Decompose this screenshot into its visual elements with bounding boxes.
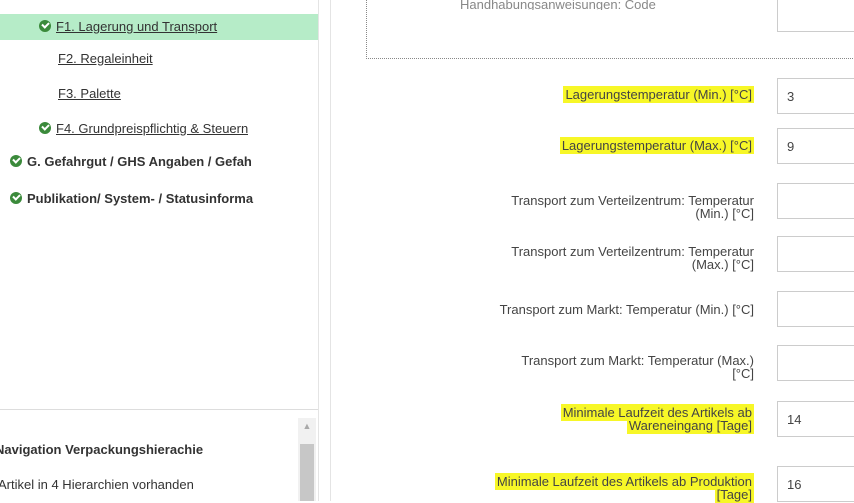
nav-item-label: F1. Lagerung und Transport [56, 19, 218, 34]
transport-vz-max-input[interactable] [777, 236, 854, 272]
field-label-transport-markt-max: Transport zum Markt: Temperatur (Max.) [°… [521, 353, 754, 381]
nav-item-label: F2. Regaleinheit [58, 51, 153, 66]
nav-item-publikation[interactable]: Publikation/ System- / Statusinforma [10, 186, 318, 212]
nav-item-palette[interactable]: F3. Palette [58, 81, 121, 107]
field-label-lager-max: Lagerungstemperatur (Max.) [°C] [559, 137, 754, 154]
check-circle-icon [10, 192, 22, 204]
field-label-transport-vz-min: Transport zum Verteilzentrum: Temperatur… [511, 193, 754, 221]
nav-item-label: G. Gefahrgut / GHS Angaben / Gefah [27, 154, 252, 169]
nav-item-regaleinheit[interactable]: F2. Regaleinheit [58, 46, 153, 72]
transport-markt-min-input[interactable] [777, 291, 854, 327]
field-label-transport-vz-max: Transport zum Verteilzentrum: Temperatur… [511, 244, 754, 272]
nav-item-label: Publikation/ System- / Statusinforma [27, 191, 254, 206]
field-label-lager-min: Lagerungstemperatur (Min.) [°C] [563, 86, 754, 103]
check-circle-icon [10, 155, 22, 167]
laufzeit-wareneingang-input[interactable] [777, 401, 854, 437]
hierarchy-title: Navigation Verpackungshierachie [0, 442, 204, 457]
scrollbar-thumb[interactable] [300, 444, 314, 501]
panel-divider [0, 409, 318, 410]
field-label-handhabung: Handhabungsanweisungen: Code [460, 0, 656, 10]
nav-item-lagerung-transport[interactable]: F1. Lagerung und Transport [0, 14, 318, 40]
nav-item-label: F3. Palette [58, 86, 121, 101]
transport-markt-max-input[interactable] [777, 345, 854, 381]
check-circle-icon [39, 122, 51, 134]
lager-temp-max-input[interactable] [777, 128, 854, 164]
scrollbar[interactable]: ▲ [298, 418, 316, 501]
check-circle-icon [39, 20, 51, 32]
field-label-laufzeit-wareneingang: Minimale Laufzeit des Artikels ab Warene… [560, 404, 754, 434]
transport-vz-min-input[interactable] [777, 183, 854, 219]
hierarchy-info: Artikel in 4 Hierarchien vorhanden [0, 477, 194, 492]
nav-item-grundpreis-steuern[interactable]: F4. Grundpreispflichtig & Steuern [39, 116, 248, 142]
field-label-laufzeit-produktion: Minimale Laufzeit des Artikels ab Produk… [494, 473, 754, 503]
field-label-transport-markt-min: Transport zum Markt: Temperatur (Min.) [… [499, 302, 754, 317]
nav-item-label: F4. Grundpreispflichtig & Steuern [56, 121, 249, 136]
nav-item-gefahrgut[interactable]: G. Gefahrgut / GHS Angaben / Gefah [10, 149, 318, 175]
handhabung-code-input[interactable] [777, 0, 854, 32]
pane-separator[interactable] [318, 0, 319, 501]
navigation-panel: F1. Lagerung und Transport F2. Regaleinh… [0, 0, 318, 501]
laufzeit-produktion-input[interactable] [777, 466, 854, 502]
pane-separator [330, 0, 331, 501]
lager-temp-min-input[interactable] [777, 78, 854, 114]
scroll-up-arrow-icon[interactable]: ▲ [298, 420, 316, 432]
